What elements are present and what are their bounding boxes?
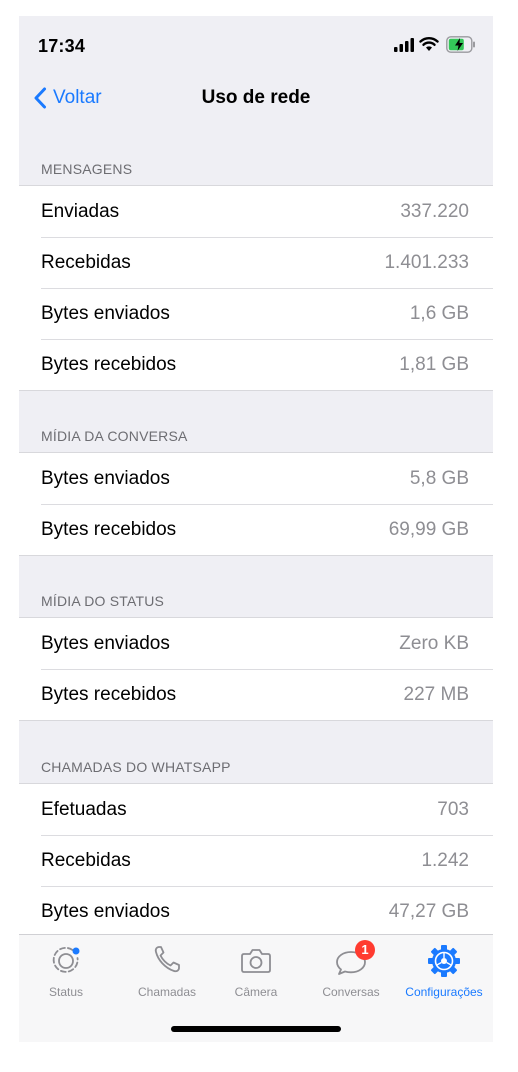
row-label: Bytes enviados bbox=[41, 632, 170, 654]
tab-status[interactable]: Status bbox=[33, 935, 99, 1015]
tab-label: Conversas bbox=[322, 985, 380, 999]
battery-charging-icon bbox=[446, 36, 475, 53]
page-title: Uso de rede bbox=[201, 87, 311, 108]
row-label: Bytes enviados bbox=[41, 302, 170, 324]
gear-icon bbox=[426, 943, 462, 977]
table-row: Enviadas 337.220 bbox=[19, 186, 493, 237]
tab-label: Câmera bbox=[234, 985, 278, 999]
tab-label: Configurações bbox=[405, 985, 483, 999]
row-value: 1.401.233 bbox=[384, 251, 469, 273]
tab-label: Status bbox=[48, 985, 84, 999]
row-label: Recebidas bbox=[41, 251, 131, 273]
table-row: Bytes recebidos 1,81 GB bbox=[19, 339, 493, 390]
row-value: Zero KB bbox=[399, 632, 469, 654]
table-row: Bytes recebidos 69,99 GB bbox=[19, 504, 493, 555]
table-row: Recebidas 1.242 bbox=[19, 835, 493, 886]
status-bar: 17:34 bbox=[19, 16, 493, 76]
row-value: 703 bbox=[437, 798, 469, 820]
section-header-midia-conversa: MÍDIA DA CONVERSA bbox=[41, 428, 188, 444]
camera-icon bbox=[238, 943, 274, 977]
phone-screen: 17:34 Voltar Uso de rede MENSAGENS Envia… bbox=[19, 16, 493, 1042]
row-value: 1,81 GB bbox=[399, 353, 469, 375]
section-header-chamadas: CHAMADAS DO WHATSAPP bbox=[41, 759, 231, 775]
section-group-chamadas: Efetuadas 703 Recebidas 1.242 Bytes envi… bbox=[19, 783, 493, 938]
row-label: Recebidas bbox=[41, 849, 131, 871]
chat-bubble-icon: 1 bbox=[333, 940, 375, 977]
home-indicator[interactable] bbox=[171, 1026, 341, 1032]
tab-camera[interactable]: Câmera bbox=[221, 935, 291, 1015]
row-label: Enviadas bbox=[41, 200, 120, 222]
row-value: 227 MB bbox=[403, 683, 469, 705]
row-value: 1.242 bbox=[421, 849, 469, 871]
section-group-midia-conversa: Bytes enviados 5,8 GB Bytes recebidos 69… bbox=[19, 452, 493, 556]
navigation-bar: Voltar Uso de rede bbox=[19, 78, 493, 118]
table-row: Bytes enviados 5,8 GB bbox=[19, 453, 493, 504]
table-row: Bytes enviados 1,6 GB bbox=[19, 288, 493, 339]
row-value: 47,27 GB bbox=[388, 900, 469, 922]
section-group-mensagens: Enviadas 337.220 Recebidas 1.401.233 Byt… bbox=[19, 185, 493, 391]
status-time: 17:34 bbox=[38, 36, 86, 56]
row-label: Bytes recebidos bbox=[41, 683, 177, 705]
table-row: Bytes enviados Zero KB bbox=[19, 618, 493, 669]
table-row: Recebidas 1.401.233 bbox=[19, 237, 493, 288]
row-value: 1,6 GB bbox=[409, 302, 469, 324]
row-label: Bytes recebidos bbox=[41, 353, 177, 375]
tab-bar: Status Chamadas Câmera 1 Conversas Confi… bbox=[19, 934, 493, 1042]
unread-badge: 1 bbox=[355, 940, 375, 960]
tab-conversas[interactable]: 1 Conversas bbox=[311, 935, 391, 1015]
row-label: Efetuadas bbox=[41, 798, 127, 820]
table-row: Efetuadas 703 bbox=[19, 784, 493, 835]
status-icon bbox=[48, 943, 84, 977]
section-group-midia-status: Bytes enviados Zero KB Bytes recebidos 2… bbox=[19, 617, 493, 721]
row-label: Bytes recebidos bbox=[41, 518, 177, 540]
row-label: Bytes enviados bbox=[41, 900, 170, 922]
table-row: Bytes recebidos 227 MB bbox=[19, 669, 493, 720]
table-row: Bytes enviados 47,27 GB bbox=[19, 886, 493, 937]
section-header-midia-status: MÍDIA DO STATUS bbox=[41, 593, 165, 609]
row-value: 337.220 bbox=[400, 200, 469, 222]
cellular-signal-icon bbox=[394, 38, 414, 52]
row-value: 5,8 GB bbox=[409, 467, 469, 489]
wifi-icon bbox=[419, 37, 439, 51]
phone-icon bbox=[149, 943, 185, 977]
tab-configuracoes[interactable]: Configurações bbox=[399, 935, 489, 1015]
tab-label: Chamadas bbox=[137, 985, 197, 999]
tab-chamadas[interactable]: Chamadas bbox=[125, 935, 209, 1015]
section-header-mensagens: MENSAGENS bbox=[41, 161, 133, 177]
row-value: 69,99 GB bbox=[388, 518, 469, 540]
row-label: Bytes enviados bbox=[41, 467, 170, 489]
